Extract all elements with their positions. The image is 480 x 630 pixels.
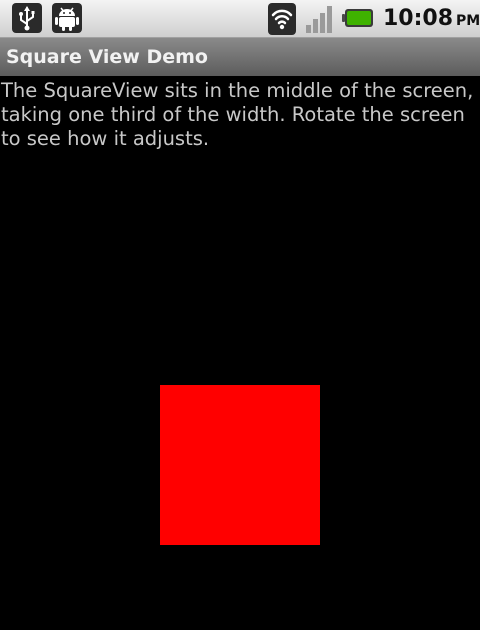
description-text: The SquareView sits in the middle of the… (1, 79, 474, 150)
title-bar: Square View Demo (0, 38, 480, 76)
wifi-icon (268, 3, 296, 35)
android-debug-icon (52, 3, 82, 33)
app-screen: 10:08 PM Square View Demo The SquareView … (0, 0, 480, 630)
page-title: Square View Demo (6, 46, 208, 68)
battery-icon (342, 8, 374, 28)
clock-ampm: PM (456, 13, 480, 29)
square-view (160, 385, 320, 545)
signal-icon (304, 3, 336, 35)
status-bar: 10:08 PM (0, 0, 480, 38)
status-clock: 10:08 PM (383, 5, 480, 33)
usb-icon (12, 3, 42, 33)
clock-time: 10:08 (383, 6, 454, 31)
